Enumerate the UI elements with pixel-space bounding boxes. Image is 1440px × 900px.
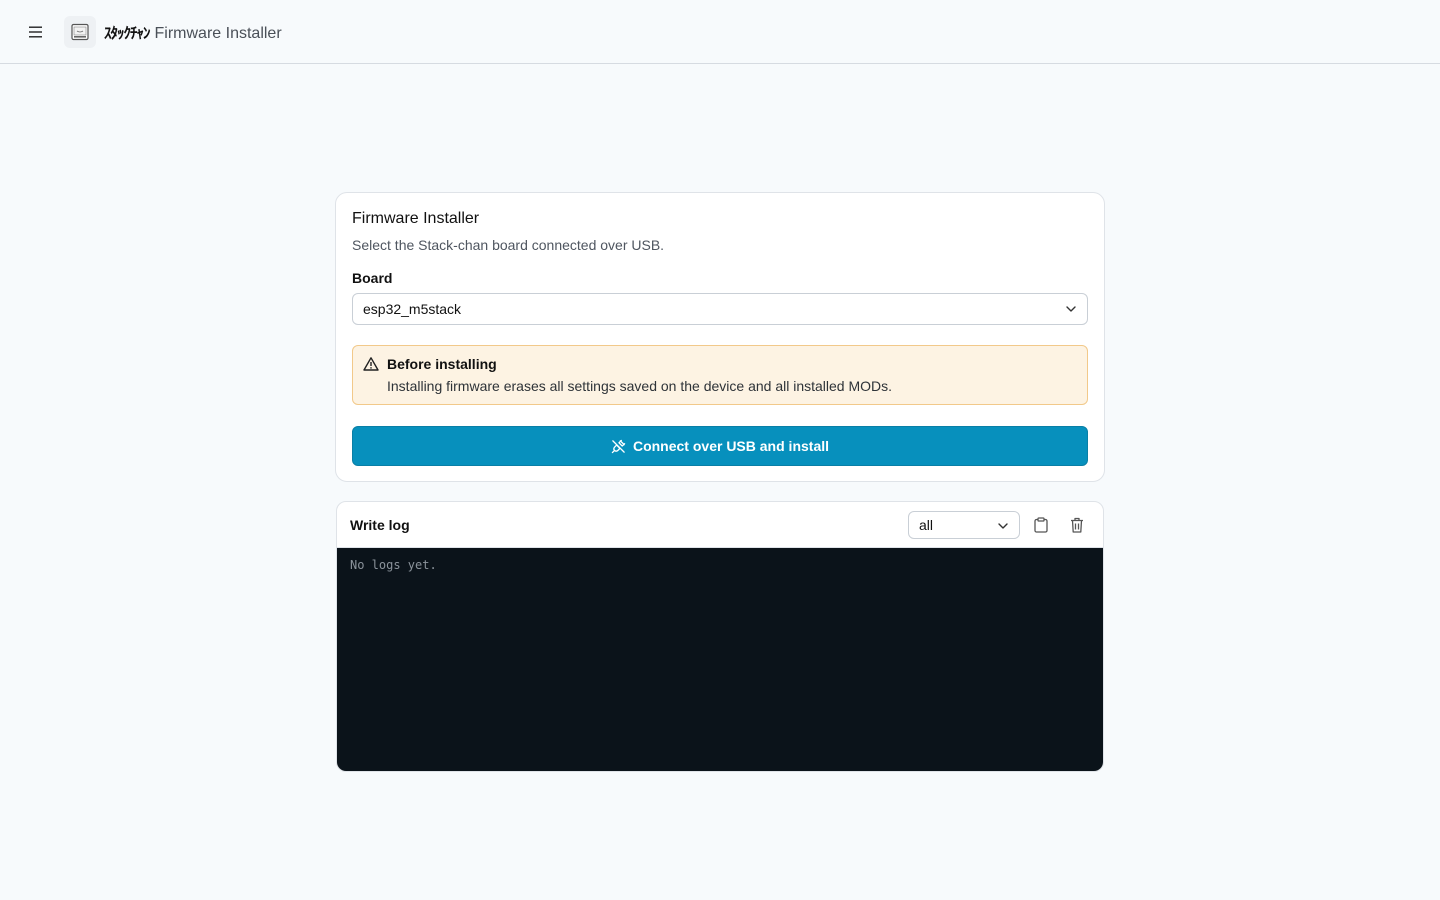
menu-button[interactable] [22,18,50,46]
stackchan-logo-icon [64,16,96,48]
write-log-panel: Write log all No logs yet. [336,501,1104,772]
board-select-value: esp32_m5stack [363,301,462,317]
brand[interactable]: ｽﾀｯｸﾁｬﾝ Firmware Installer [64,16,282,48]
board-select[interactable]: esp32_m5stack [352,293,1088,325]
hamburger-icon [29,26,42,38]
usb-plug-icon [611,439,626,453]
clear-log-button[interactable] [1066,514,1088,536]
installer-card: Firmware Installer Select the Stack-chan… [335,192,1105,482]
trash-icon [1071,517,1083,533]
connect-install-button[interactable]: Connect over USB and install [352,426,1088,466]
brand-app-name: Firmware Installer [154,24,282,42]
log-filter-value: all [919,517,934,533]
top-bar: ｽﾀｯｸﾁｬﾝ Firmware Installer [0,0,1440,64]
warning-body: Installing firmware erases all settings … [387,378,893,394]
log-title: Write log [350,517,410,533]
card-title: Firmware Installer [352,210,480,227]
chevron-down-icon [1066,306,1076,312]
brand-japanese-name: ｽﾀｯｸﾁｬﾝ [104,24,151,42]
chevron-down-icon [998,523,1008,529]
card-subtitle: Select the Stack-chan board connected ov… [352,237,665,253]
warning-callout: Before installing Installing firmware er… [352,345,1088,405]
log-filter-select[interactable]: all [908,511,1020,539]
board-label: Board [352,270,393,286]
copy-log-button[interactable] [1030,514,1052,536]
alert-triangle-icon [363,357,379,371]
warning-title: Before installing [387,356,497,372]
clipboard-icon [1034,517,1048,533]
log-header: Write log all [337,502,1103,548]
log-output[interactable]: No logs yet. [337,548,1103,771]
brand-title: ｽﾀｯｸﾁｬﾝ Firmware Installer [104,22,282,43]
log-empty-text: No logs yet. [350,558,437,572]
connect-install-label: Connect over USB and install [632,438,830,454]
